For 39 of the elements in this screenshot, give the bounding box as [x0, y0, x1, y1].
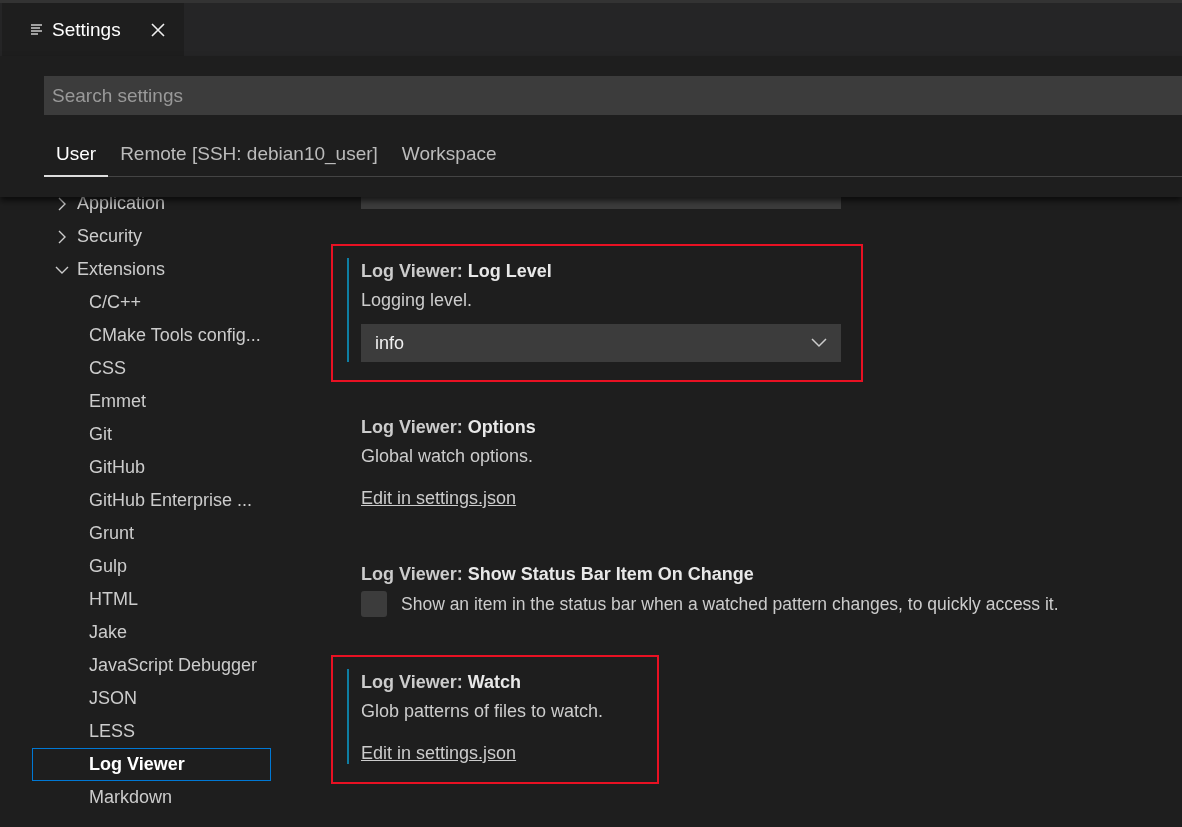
- setting-description: Show an item in the status bar when a watched pattern changes, to quickly access it.: [401, 593, 1059, 615]
- scope-tab[interactable]: User: [44, 139, 109, 177]
- scope-tab[interactable]: Workspace: [389, 139, 509, 177]
- setting-title: Log Viewer: Watch: [361, 671, 523, 694]
- tree-item[interactable]: CMake Tools config...: [32, 319, 271, 352]
- setting-title: Log Viewer: Show Status Bar Item On Change: [361, 563, 755, 586]
- settings-list-icon: [30, 22, 44, 37]
- setting-title: Log Viewer: Options: [361, 416, 536, 439]
- scope-tab[interactable]: Remote [SSH: debian10_user]: [108, 139, 390, 177]
- edit-link[interactable]: Edit in settings.json: [361, 488, 517, 509]
- editor-tab[interactable]: Settings: [2, 3, 184, 56]
- close-icon[interactable]: [150, 22, 165, 37]
- tree-item[interactable]: Jake: [32, 616, 271, 649]
- tree-item[interactable]: Security: [32, 220, 271, 253]
- setting-description: Logging level.: [361, 289, 474, 312]
- tree-item[interactable]: LESS: [32, 715, 271, 748]
- edit-link[interactable]: Edit in settings.json: [361, 743, 517, 764]
- tree-item[interactable]: Git: [32, 418, 271, 451]
- setting-description: Glob patterns of files to watch.: [361, 700, 604, 723]
- checkbox[interactable]: [361, 591, 387, 617]
- setting-title: Log Viewer: Log Level: [361, 260, 553, 283]
- tree-item[interactable]: Log Viewer: [32, 748, 271, 781]
- tree-item[interactable]: Grunt: [32, 517, 271, 550]
- tree-item[interactable]: Emmet: [32, 385, 271, 418]
- tab-title: Settings: [52, 18, 121, 41]
- setting-description: Global watch options.: [361, 445, 535, 468]
- tree-item[interactable]: GitHub: [32, 451, 271, 484]
- search-field[interactable]: Search settings: [44, 76, 1182, 115]
- select-field[interactable]: info: [361, 324, 841, 362]
- chevron-down-icon: [811, 338, 827, 348]
- tree-item[interactable]: C/C++: [32, 286, 271, 319]
- tree-item[interactable]: HTML: [32, 583, 271, 616]
- tree-item[interactable]: JavaScript Debugger: [32, 649, 271, 682]
- tree-item[interactable]: GitHub Enterprise ...: [32, 484, 271, 517]
- tree-item[interactable]: JSON: [32, 682, 271, 715]
- tree-item[interactable]: Extensions: [32, 253, 271, 286]
- tree-item[interactable]: Markdown: [32, 781, 271, 814]
- tree-item[interactable]: CSS: [32, 352, 271, 385]
- tree-item[interactable]: Gulp: [32, 550, 271, 583]
